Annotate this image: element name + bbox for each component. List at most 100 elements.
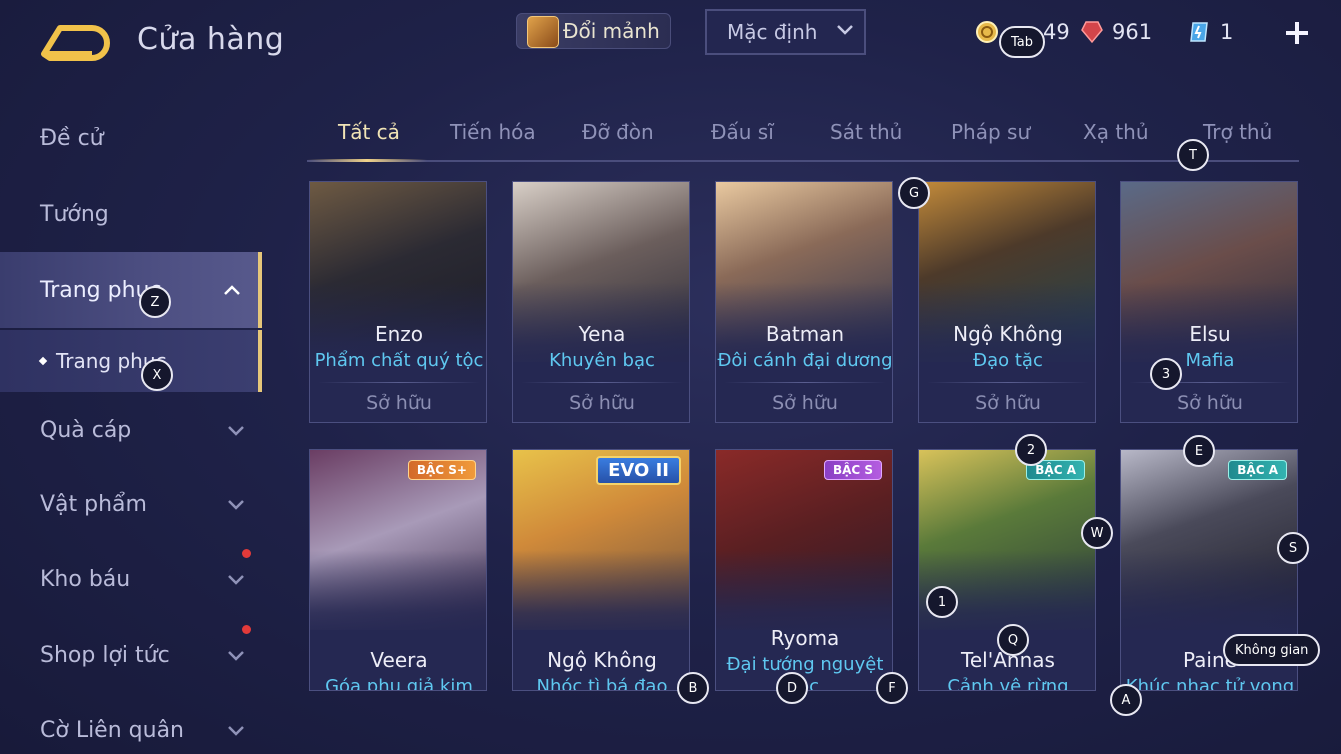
tab-support[interactable]: Trợ thủ (1203, 120, 1272, 144)
skin-card[interactable]: Batman Đôi cánh đại dương Sở hữu (715, 181, 893, 423)
sidebar-item-label: Đề cử (40, 125, 104, 151)
tab-marksman[interactable]: Xạ thủ (1083, 120, 1149, 144)
hotkey-badge: T (1177, 139, 1209, 171)
gold-coin-icon (976, 21, 998, 43)
skin-name: Khúc nhạc tử vong (1125, 676, 1295, 691)
ruby-gem-icon (1081, 21, 1103, 44)
owned-status: Sở hữu (569, 392, 635, 414)
hotkey-badge: Tab (999, 26, 1046, 58)
hotkey-badge: 2 (1015, 434, 1047, 466)
sidebar-item-label: Shop lợi tức (40, 642, 170, 668)
hero-name: Yena (578, 322, 626, 346)
skin-name: Cảnh vệ rừng (947, 676, 1069, 691)
sidebar-item-recommended[interactable]: Đề cử (0, 100, 262, 176)
tab-all[interactable]: Tất cả (338, 120, 400, 144)
hotkey-badge: 1 (926, 586, 958, 618)
tab-assassin[interactable]: Sát thủ (830, 120, 902, 144)
voucher-currency: 1 (1188, 20, 1233, 44)
hotkey-badge: F (876, 672, 908, 704)
hotkey-badge: Q (997, 624, 1029, 656)
sidebar-item-label: Cờ Liên quân (40, 717, 184, 743)
tier-badge: BẬC A (1228, 460, 1287, 480)
skin-card[interactable]: Elsu Mafia Sở hữu (1120, 181, 1298, 423)
skin-card[interactable]: BẬC S+ Veera Góa phụ giả kim (309, 449, 487, 691)
page-title: Cửa hàng (137, 22, 285, 57)
sidebar-item-heroes[interactable]: Tướng (0, 176, 262, 252)
tab-tank[interactable]: Đỡ đòn (582, 120, 654, 144)
tab-evolution[interactable]: Tiến hóa (450, 120, 536, 144)
chevron-down-icon (837, 25, 853, 35)
skin-card[interactable]: BẬC S Ryoma Đại tướng nguyệt tộc (715, 449, 893, 691)
exchange-shards-button[interactable]: Đổi mảnh (516, 13, 671, 49)
tier-badge: BẬC S (823, 460, 882, 480)
hero-name: Elsu (1189, 322, 1231, 346)
owned-status: Sở hữu (975, 392, 1041, 414)
skin-name: Mafia (1185, 350, 1235, 371)
skin-name: Đôi cánh đại dương (717, 350, 893, 371)
hero-name: Ryoma (770, 626, 840, 650)
hero-name: Enzo (374, 322, 424, 346)
sidebar-item-chess[interactable]: Cờ Liên quân (0, 692, 262, 754)
sidebar-item-profit-shop[interactable]: Shop lợi tức (0, 617, 262, 693)
chevron-down-icon (228, 726, 244, 736)
treasure-chest-icon (527, 16, 559, 48)
sidebar-item-gifts[interactable]: Quà cáp (0, 392, 262, 468)
voucher-card-icon (1190, 22, 1208, 42)
ruby-currency: 961 (1080, 20, 1152, 44)
sidebar-item-items[interactable]: Vật phẩm (0, 466, 262, 542)
skin-card[interactable]: Yena Khuyên bạc Sở hữu (512, 181, 690, 423)
sidebar-item-label: Tướng (40, 201, 109, 227)
sidebar-item-skins[interactable]: Trang phục (0, 252, 262, 328)
skin-name: Đạo tặc (973, 350, 1043, 371)
skin-card[interactable]: Ngộ Không Đạo tặc Sở hữu (918, 181, 1096, 423)
hotkey-badge: A (1110, 684, 1142, 716)
hotkey-badge: S (1277, 532, 1309, 564)
owned-status: Sở hữu (366, 392, 432, 414)
hotkey-badge: D (776, 672, 808, 704)
chevron-down-icon (228, 651, 244, 661)
ruby-amount: 961 (1112, 20, 1153, 44)
sidebar-item-label: Vật phẩm (40, 491, 147, 517)
sidebar-item-treasure[interactable]: Kho báu (0, 541, 262, 617)
sidebar-subitem-skins[interactable]: Trang phục (0, 330, 262, 392)
tier-badge: BẬC S+ (407, 460, 476, 480)
sidebar-item-label: Kho báu (40, 566, 131, 592)
voucher-amount: 1 (1220, 20, 1234, 44)
tab-fighter[interactable]: Đấu sĩ (711, 120, 774, 144)
hero-name: Ngộ Không (547, 648, 657, 672)
notification-dot (242, 549, 251, 558)
exchange-shards-label: Đổi mảnh (563, 19, 660, 43)
sidebar-item-label: Quà cáp (40, 417, 132, 443)
chevron-down-icon (228, 500, 244, 510)
skin-name: Phẩm chất quý tộc (314, 350, 484, 371)
hotkey-badge: G (898, 177, 930, 209)
sidebar: Đề cử Tướng Trang phục Trang phục Quà cá… (0, 100, 262, 754)
active-tab-indicator (307, 159, 427, 162)
owned-status: Sở hữu (772, 392, 838, 414)
hotkey-badge: Không gian (1223, 634, 1321, 666)
chevron-down-icon (228, 575, 244, 585)
hotkey-badge: W (1081, 517, 1113, 549)
hero-name: Batman (765, 322, 845, 346)
bullet-icon (38, 356, 48, 366)
gold-amount: 49 (1043, 20, 1070, 44)
owned-status: Sở hữu (1177, 392, 1243, 414)
evo-badge: EVO II (596, 456, 681, 485)
skin-card[interactable]: Enzo Phẩm chất quý tộc Sở hữu (309, 181, 487, 423)
back-arrow-icon[interactable] (40, 24, 110, 62)
hotkey-badge: E (1183, 435, 1215, 467)
add-currency-button[interactable] (1284, 20, 1310, 46)
skin-name: Khuyên bạc (549, 350, 655, 371)
chevron-up-icon (224, 285, 240, 295)
sort-dropdown-value: Mặc định (727, 20, 818, 44)
skin-name: Góa phụ giả kim (325, 676, 473, 691)
chevron-down-icon (228, 426, 244, 436)
hero-name: Veera (370, 648, 428, 672)
tab-mage[interactable]: Pháp sư (951, 120, 1030, 144)
skin-name: Nhóc tì bá đạo (536, 676, 668, 691)
skin-card[interactable]: EVO II Ngộ Không Nhóc tì bá đạo (512, 449, 690, 691)
hotkey-badge: Z (139, 286, 171, 318)
sort-dropdown[interactable]: Mặc định (705, 9, 866, 55)
notification-dot (242, 625, 251, 634)
hero-name: Ngộ Không (953, 322, 1063, 346)
